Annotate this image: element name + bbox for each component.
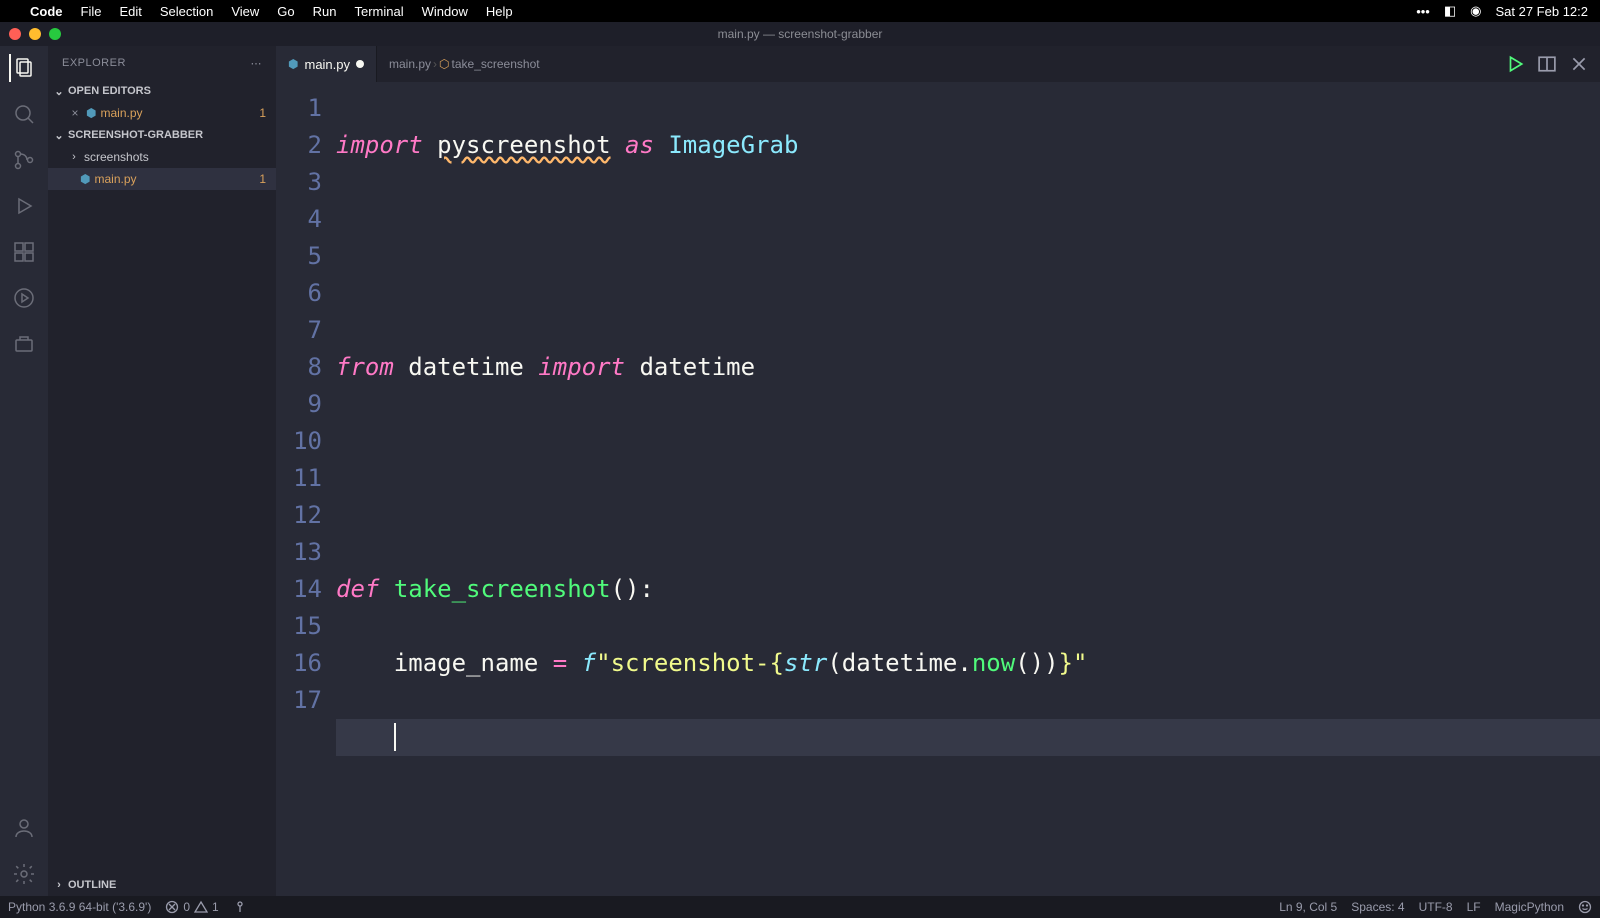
run-debug-icon[interactable] (10, 192, 38, 220)
live-share-icon[interactable] (10, 284, 38, 312)
folder-item[interactable]: › screenshots (48, 146, 276, 168)
tab-filename: main.py (304, 57, 350, 72)
split-editor-icon[interactable] (1538, 55, 1556, 73)
window-titlebar: main.py — screenshot-grabber (0, 22, 1600, 46)
traffic-lights (9, 28, 61, 40)
chevron-down-icon: ⌄ (52, 129, 66, 142)
editor-tab[interactable]: ⬢ main.py (276, 46, 377, 82)
close-window-button[interactable] (9, 28, 21, 40)
eol[interactable]: LF (1467, 900, 1481, 914)
settings-icon[interactable] (10, 860, 38, 888)
python-interpreter[interactable]: Python 3.6.9 64-bit ('3.6.9') (8, 900, 151, 914)
close-tab-icon[interactable] (1570, 55, 1588, 73)
symbol-icon: ⬡ (439, 57, 449, 71)
menu-edit[interactable]: Edit (119, 4, 141, 19)
status-icon-2[interactable]: ◉ (1470, 3, 1481, 19)
breadcrumb-separator: › (433, 57, 437, 71)
minimize-window-button[interactable] (29, 28, 41, 40)
menu-help[interactable]: Help (486, 4, 513, 19)
python-file-icon: ⬢ (86, 106, 96, 120)
code-editor[interactable]: 123 456 789 101112 131415 1617 import py… (276, 82, 1600, 896)
feedback-icon[interactable] (1578, 900, 1592, 914)
editor-area: ⬢ main.py main.py › ⬡ take_screenshot (276, 46, 1600, 896)
file-item[interactable]: ⬢ main.py 1 (48, 168, 276, 190)
menu-window[interactable]: Window (422, 4, 468, 19)
menu-selection[interactable]: Selection (160, 4, 213, 19)
outline-header[interactable]: › OUTLINE (48, 874, 276, 896)
text-cursor (394, 723, 396, 751)
menu-view[interactable]: View (231, 4, 259, 19)
menu-code[interactable]: Code (30, 4, 63, 19)
explorer-icon[interactable] (9, 54, 37, 82)
python-file-icon: ⬢ (288, 57, 298, 71)
open-editors-header[interactable]: ⌄ OPEN EDITORS (48, 80, 276, 102)
open-editors-label: OPEN EDITORS (68, 85, 151, 97)
breadcrumb-symbol: take_screenshot (452, 57, 540, 71)
source-control-icon[interactable] (10, 146, 38, 174)
status-bar: Python 3.6.9 64-bit ('3.6.9') 0 1 Ln 9, … (0, 896, 1600, 918)
window-title: main.py — screenshot-grabber (8, 27, 1592, 41)
sidebar-more-icon[interactable]: ⋯ (251, 57, 263, 70)
project-header[interactable]: ⌄ SCREENSHOT-GRABBER (48, 124, 276, 146)
menu-file[interactable]: File (81, 4, 102, 19)
problems-indicator[interactable]: 0 1 (165, 900, 218, 914)
menubar-datetime[interactable]: Sat 27 Feb 12:2 (1495, 4, 1588, 19)
run-button[interactable] (1506, 55, 1524, 73)
chevron-right-icon: › (52, 879, 66, 891)
overflow-icon[interactable]: ••• (1416, 4, 1430, 19)
live-server-icon[interactable] (233, 900, 247, 914)
explorer-sidebar: EXPLORER ⋯ ⌄ OPEN EDITORS × ⬢ main.py 1 … (48, 46, 276, 896)
extensions-icon[interactable] (10, 238, 38, 266)
activity-bar (0, 46, 48, 896)
sidebar-title: EXPLORER (62, 57, 126, 69)
close-icon[interactable]: × (68, 106, 82, 120)
indentation[interactable]: Spaces: 4 (1351, 900, 1404, 914)
menu-go[interactable]: Go (277, 4, 294, 19)
code-content[interactable]: import pyscreenshot as ImageGrab from da… (336, 82, 1600, 896)
breadcrumb[interactable]: main.py › ⬡ take_screenshot (377, 46, 1494, 82)
docker-icon[interactable] (10, 330, 38, 358)
search-icon[interactable] (10, 100, 38, 128)
project-label: SCREENSHOT-GRABBER (68, 129, 203, 141)
modified-dot-icon (356, 60, 364, 68)
file-name: main.py (94, 172, 136, 186)
modified-badge: 1 (259, 172, 276, 186)
breadcrumb-file: main.py (389, 57, 431, 71)
macos-menubar: Code File Edit Selection View Go Run Ter… (0, 0, 1600, 22)
line-number-gutter: 123 456 789 101112 131415 1617 (276, 82, 336, 896)
open-editor-item[interactable]: × ⬢ main.py 1 (48, 102, 276, 124)
chevron-right-icon: › (68, 151, 80, 163)
modified-badge: 1 (259, 106, 276, 120)
menu-run[interactable]: Run (313, 4, 337, 19)
folder-name: screenshots (84, 150, 149, 164)
encoding[interactable]: UTF-8 (1419, 900, 1453, 914)
tab-bar: ⬢ main.py main.py › ⬡ take_screenshot (276, 46, 1600, 82)
chevron-down-icon: ⌄ (52, 85, 66, 98)
accounts-icon[interactable] (10, 814, 38, 842)
open-editor-filename: main.py (100, 106, 142, 120)
cursor-position[interactable]: Ln 9, Col 5 (1279, 900, 1337, 914)
python-file-icon: ⬢ (80, 172, 90, 186)
menu-terminal[interactable]: Terminal (355, 4, 404, 19)
outline-label: OUTLINE (68, 879, 116, 891)
status-icon-1[interactable]: ◧ (1444, 3, 1456, 19)
sidebar-header: EXPLORER ⋯ (48, 46, 276, 80)
language-mode[interactable]: MagicPython (1495, 900, 1564, 914)
maximize-window-button[interactable] (49, 28, 61, 40)
